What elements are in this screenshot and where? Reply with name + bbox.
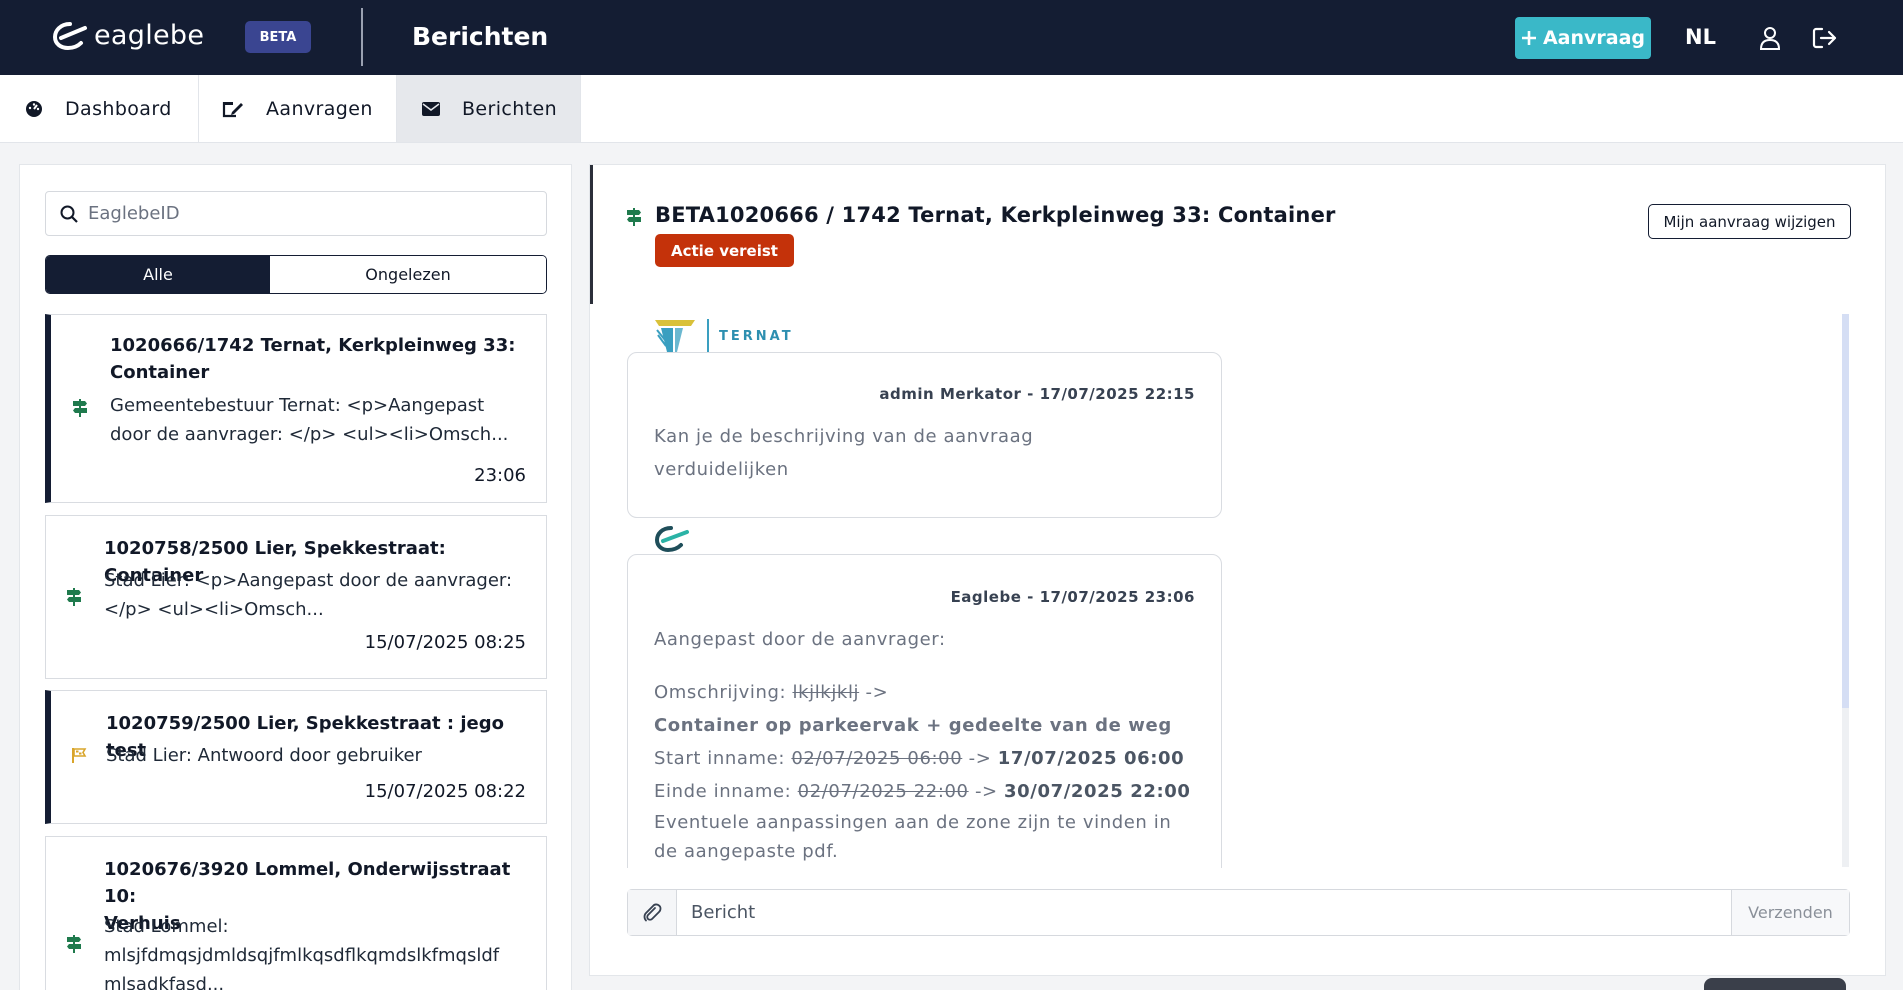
conversation-panel: BETA1020666 / 1742 Ternat, Kerkpleinweg … — [589, 164, 1886, 976]
message-composer: Verzenden — [627, 889, 1850, 936]
filter-unread[interactable]: Ongelezen — [270, 256, 546, 293]
list-item-time: 23:06 — [474, 465, 526, 486]
conversation-title: BETA1020666 / 1742 Ternat, Kerkpleinweg … — [655, 203, 1336, 227]
list-item-preview: Stad Lier: <p>Aangepast door de aanvrage… — [104, 570, 513, 620]
filter-all[interactable]: Alle — [46, 256, 270, 293]
search-box[interactable] — [45, 191, 547, 236]
flag-icon — [72, 748, 87, 763]
tab-aanvragen[interactable]: Aanvragen — [199, 75, 397, 142]
new-request-button[interactable]: Aanvraag — [1515, 17, 1651, 59]
list-item-time: 15/07/2025 08:25 — [364, 632, 526, 653]
message-body: Aangepast door de aanvrager: Omschrijvin… — [654, 629, 1191, 862]
topbar-divider — [361, 8, 363, 66]
send-button[interactable]: Verzenden — [1731, 890, 1849, 935]
eaglebe-logo[interactable]: eaglebe — [52, 20, 204, 51]
signature-icon — [222, 101, 243, 117]
list-item[interactable]: 1020676/3920 Lommel, Onderwijsstraat 10:… — [45, 836, 547, 990]
search-icon — [60, 205, 78, 223]
tab-aanvragen-label: Aanvragen — [266, 97, 373, 120]
list-item-preview: Stad Lommel: mlsjfdmqsjdmldsqjfmlkqsdflk… — [104, 916, 500, 990]
eaglebe-logo-icon — [52, 21, 87, 50]
message-thread[interactable]: TERNAT admin Merkator - 17/07/2025 22:15… — [590, 313, 1872, 868]
message-card: admin Merkator - 17/07/2025 22:15 Kan je… — [627, 352, 1222, 518]
message-meta: Eaglebe - 17/07/2025 23:06 — [950, 588, 1195, 606]
logo-text: eaglebe — [94, 20, 205, 51]
message-meta: admin Merkator - 17/07/2025 22:15 — [879, 385, 1195, 403]
tab-dashboard[interactable]: Dashboard — [0, 75, 199, 142]
signpost-icon — [67, 588, 81, 606]
list-item-preview: Gemeentebestuur Ternat: <p>Aangepast doo… — [110, 395, 509, 445]
signpost-icon — [67, 935, 81, 953]
list-item-time: 15/07/2025 08:22 — [364, 781, 526, 802]
filter-toggle: Alle Ongelezen — [45, 255, 547, 294]
envelope-icon — [422, 101, 440, 116]
main-nav: Dashboard Aanvragen Berichten — [0, 75, 1903, 143]
eaglebe-avatar-icon — [654, 526, 689, 553]
list-item[interactable]: 1020666/1742 Ternat, Kerkpleinweg 33: Co… — [45, 314, 547, 503]
tab-dashboard-label: Dashboard — [65, 97, 172, 120]
ternat-logo: TERNAT — [653, 318, 794, 354]
plus-icon — [1521, 31, 1536, 45]
search-input[interactable] — [88, 203, 518, 224]
header-accent-line — [590, 165, 593, 304]
list-item[interactable]: 1020758/2500 Lier, Spekkestraat: Contain… — [45, 515, 547, 679]
ternat-logo-icon — [655, 320, 695, 352]
floating-chip[interactable] — [1704, 978, 1846, 990]
page-title: Berichten — [412, 22, 549, 51]
list-item-title: 1020666/1742 Ternat, Kerkpleinweg 33: Co… — [110, 335, 516, 383]
message-card: Eaglebe - 17/07/2025 23:06 Aangepast doo… — [627, 554, 1222, 868]
beta-badge: BETA — [245, 21, 311, 53]
tab-berichten-label: Berichten — [462, 97, 558, 120]
status-badge: Actie vereist — [655, 234, 794, 267]
ternat-logo-text: TERNAT — [719, 328, 794, 344]
top-bar: eaglebe BETA Berichten Aanvraag NL — [0, 0, 1903, 75]
message-input[interactable] — [677, 890, 1731, 935]
logout-icon[interactable] — [1812, 26, 1838, 50]
scrollbar-thumb[interactable] — [1842, 314, 1849, 708]
tab-berichten[interactable]: Berichten — [397, 75, 581, 142]
message-body: Kan je de beschrijving van de aanvraag v… — [654, 426, 1034, 480]
language-switch[interactable]: NL — [1685, 25, 1716, 49]
list-item-preview: Stad Lier: Antwoord door gebruiker — [106, 745, 422, 766]
gauge-icon — [26, 100, 42, 117]
conversation-list-panel: Alle Ongelezen 1020666/1742 Ternat, Kerk… — [19, 164, 572, 990]
list-item[interactable]: 1020759/2500 Lier, Spekkestraat : jego t… — [45, 690, 547, 824]
new-request-label: Aanvraag — [1542, 27, 1646, 49]
signpost-icon — [627, 208, 641, 226]
edit-request-button[interactable]: Mijn aanvraag wijzigen — [1648, 204, 1851, 239]
signpost-icon — [73, 399, 87, 417]
ternat-logo-divider — [707, 319, 709, 353]
attach-button[interactable] — [628, 890, 677, 935]
paperclip-icon — [643, 903, 662, 921]
user-icon[interactable] — [1758, 26, 1782, 50]
